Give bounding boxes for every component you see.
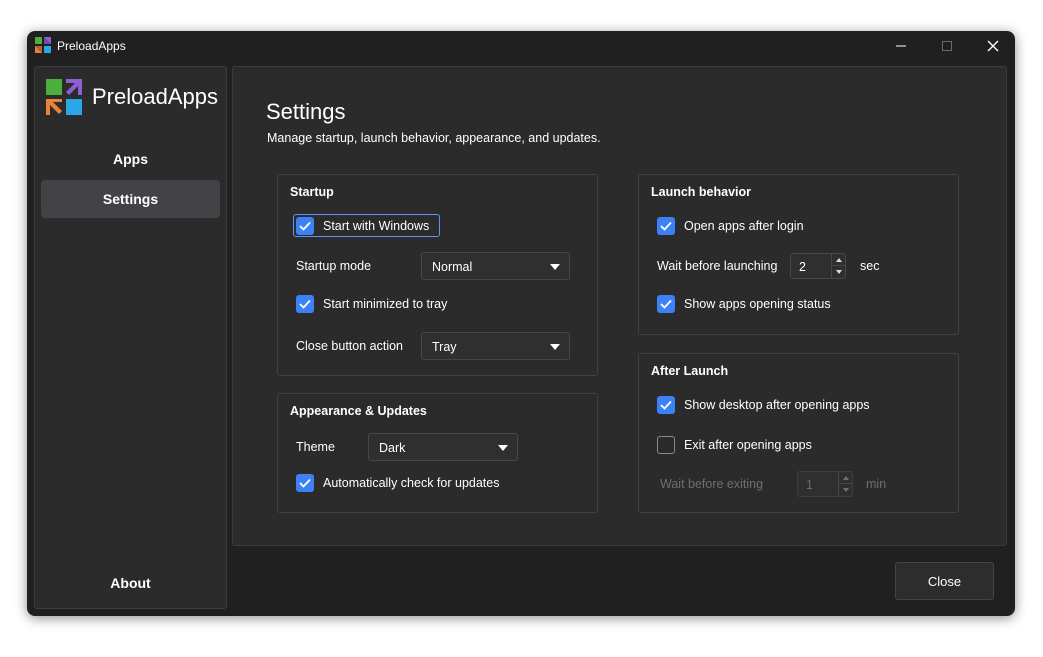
window-title: PreloadApps (57, 39, 126, 53)
appearance-group-title: Appearance & Updates (290, 404, 427, 418)
show-desktop-checkbox[interactable]: Show desktop after opening apps (657, 396, 870, 414)
chevron-down-icon (550, 264, 560, 270)
title-bar[interactable]: PreloadApps (27, 31, 1015, 61)
chevron-down-icon (550, 344, 560, 350)
open-after-login-checkbox[interactable]: Open apps after login (657, 217, 804, 235)
wait-before-exiting-label: Wait before exiting (660, 477, 764, 491)
app-logo-icon (35, 37, 51, 53)
maximize-button[interactable] (924, 31, 970, 61)
startup-mode-value: Normal (432, 260, 473, 274)
chevron-up-icon (835, 257, 842, 262)
startup-group: Startup Start with Windows Startup mode … (277, 174, 598, 376)
chevron-down-icon (835, 270, 842, 274)
theme-label: Theme (296, 440, 335, 454)
brand-name: PreloadApps (92, 84, 218, 109)
checkbox-checked-icon (657, 217, 675, 235)
sidebar-item-about[interactable]: About (41, 564, 220, 602)
minimize-icon (896, 45, 906, 47)
page-subtitle: Manage startup, launch behavior, appeara… (267, 131, 601, 145)
sidebar: PreloadApps Apps Settings About (34, 66, 227, 609)
wait-before-launching-label: Wait before launching (657, 259, 778, 273)
exit-after-checkbox[interactable]: Exit after opening apps (657, 436, 812, 454)
checkbox-unchecked-icon (657, 436, 675, 454)
wait-before-exiting-unit: min (866, 477, 887, 491)
auto-update-label: Automatically check for updates (323, 476, 500, 490)
brand: PreloadApps (46, 79, 221, 115)
close-action-dropdown[interactable]: Tray (421, 332, 570, 360)
spin-down-button[interactable] (838, 484, 852, 496)
launch-behavior-group: Launch behavior Open apps after login Wa… (638, 174, 959, 335)
checkbox-checked-icon (296, 217, 314, 235)
wait-before-launching-value: 2 (799, 260, 806, 274)
start-minimized-label: Start minimized to tray (323, 297, 448, 311)
theme-dropdown[interactable]: Dark (368, 433, 518, 461)
checkbox-checked-icon (296, 474, 314, 492)
wait-before-exiting-value: 1 (806, 478, 813, 492)
open-after-login-label: Open apps after login (684, 219, 804, 233)
close-icon (987, 40, 999, 52)
chevron-down-icon (842, 488, 849, 492)
sidebar-item-apps[interactable]: Apps (41, 140, 220, 178)
sidebar-item-settings[interactable]: Settings (41, 180, 220, 218)
chevron-down-icon (498, 445, 508, 451)
checkbox-checked-icon (296, 295, 314, 313)
chevron-up-icon (842, 475, 849, 480)
close-button[interactable]: Close (895, 562, 994, 600)
show-status-checkbox[interactable]: Show apps opening status (657, 295, 831, 313)
close-action-value: Tray (432, 340, 457, 354)
startup-group-title: Startup (290, 185, 334, 199)
start-with-windows-label: Start with Windows (323, 219, 430, 233)
auto-update-checkbox[interactable]: Automatically check for updates (296, 474, 499, 492)
show-status-label: Show apps opening status (684, 297, 831, 311)
launch-group-title: Launch behavior (651, 185, 752, 199)
after-launch-group-title: After Launch (651, 364, 729, 378)
spin-down-button[interactable] (831, 266, 845, 278)
settings-panel: Settings Manage startup, launch behavior… (232, 66, 1007, 546)
after-launch-group: After Launch Show desktop after opening … (638, 353, 959, 513)
maximize-icon (942, 41, 952, 51)
wait-before-launching-unit: sec (860, 259, 880, 273)
spin-up-button[interactable] (831, 254, 845, 266)
startup-mode-label: Startup mode (296, 259, 372, 273)
startup-mode-dropdown[interactable]: Normal (421, 252, 570, 280)
exit-after-label: Exit after opening apps (684, 438, 812, 452)
checkbox-checked-icon (657, 396, 675, 414)
appearance-group: Appearance & Updates Theme Dark Automati… (277, 393, 598, 513)
checkbox-checked-icon (657, 295, 675, 313)
close-action-label: Close button action (296, 339, 404, 353)
start-minimized-checkbox[interactable]: Start minimized to tray (296, 295, 447, 313)
minimize-button[interactable] (878, 31, 924, 61)
page-title: Settings (266, 99, 346, 124)
show-desktop-label: Show desktop after opening apps (684, 398, 870, 412)
start-with-windows-checkbox[interactable]: Start with Windows (296, 217, 429, 235)
wait-before-exiting-spinbox[interactable]: 1 (797, 471, 853, 497)
close-window-button[interactable] (970, 31, 1015, 61)
wait-before-launching-spinbox[interactable]: 2 (790, 253, 846, 279)
spin-up-button[interactable] (838, 472, 852, 484)
app-window: PreloadApps PreloadApps Apps Settings Ab… (27, 31, 1015, 616)
brand-logo-icon (46, 79, 82, 115)
theme-value: Dark (379, 441, 406, 455)
